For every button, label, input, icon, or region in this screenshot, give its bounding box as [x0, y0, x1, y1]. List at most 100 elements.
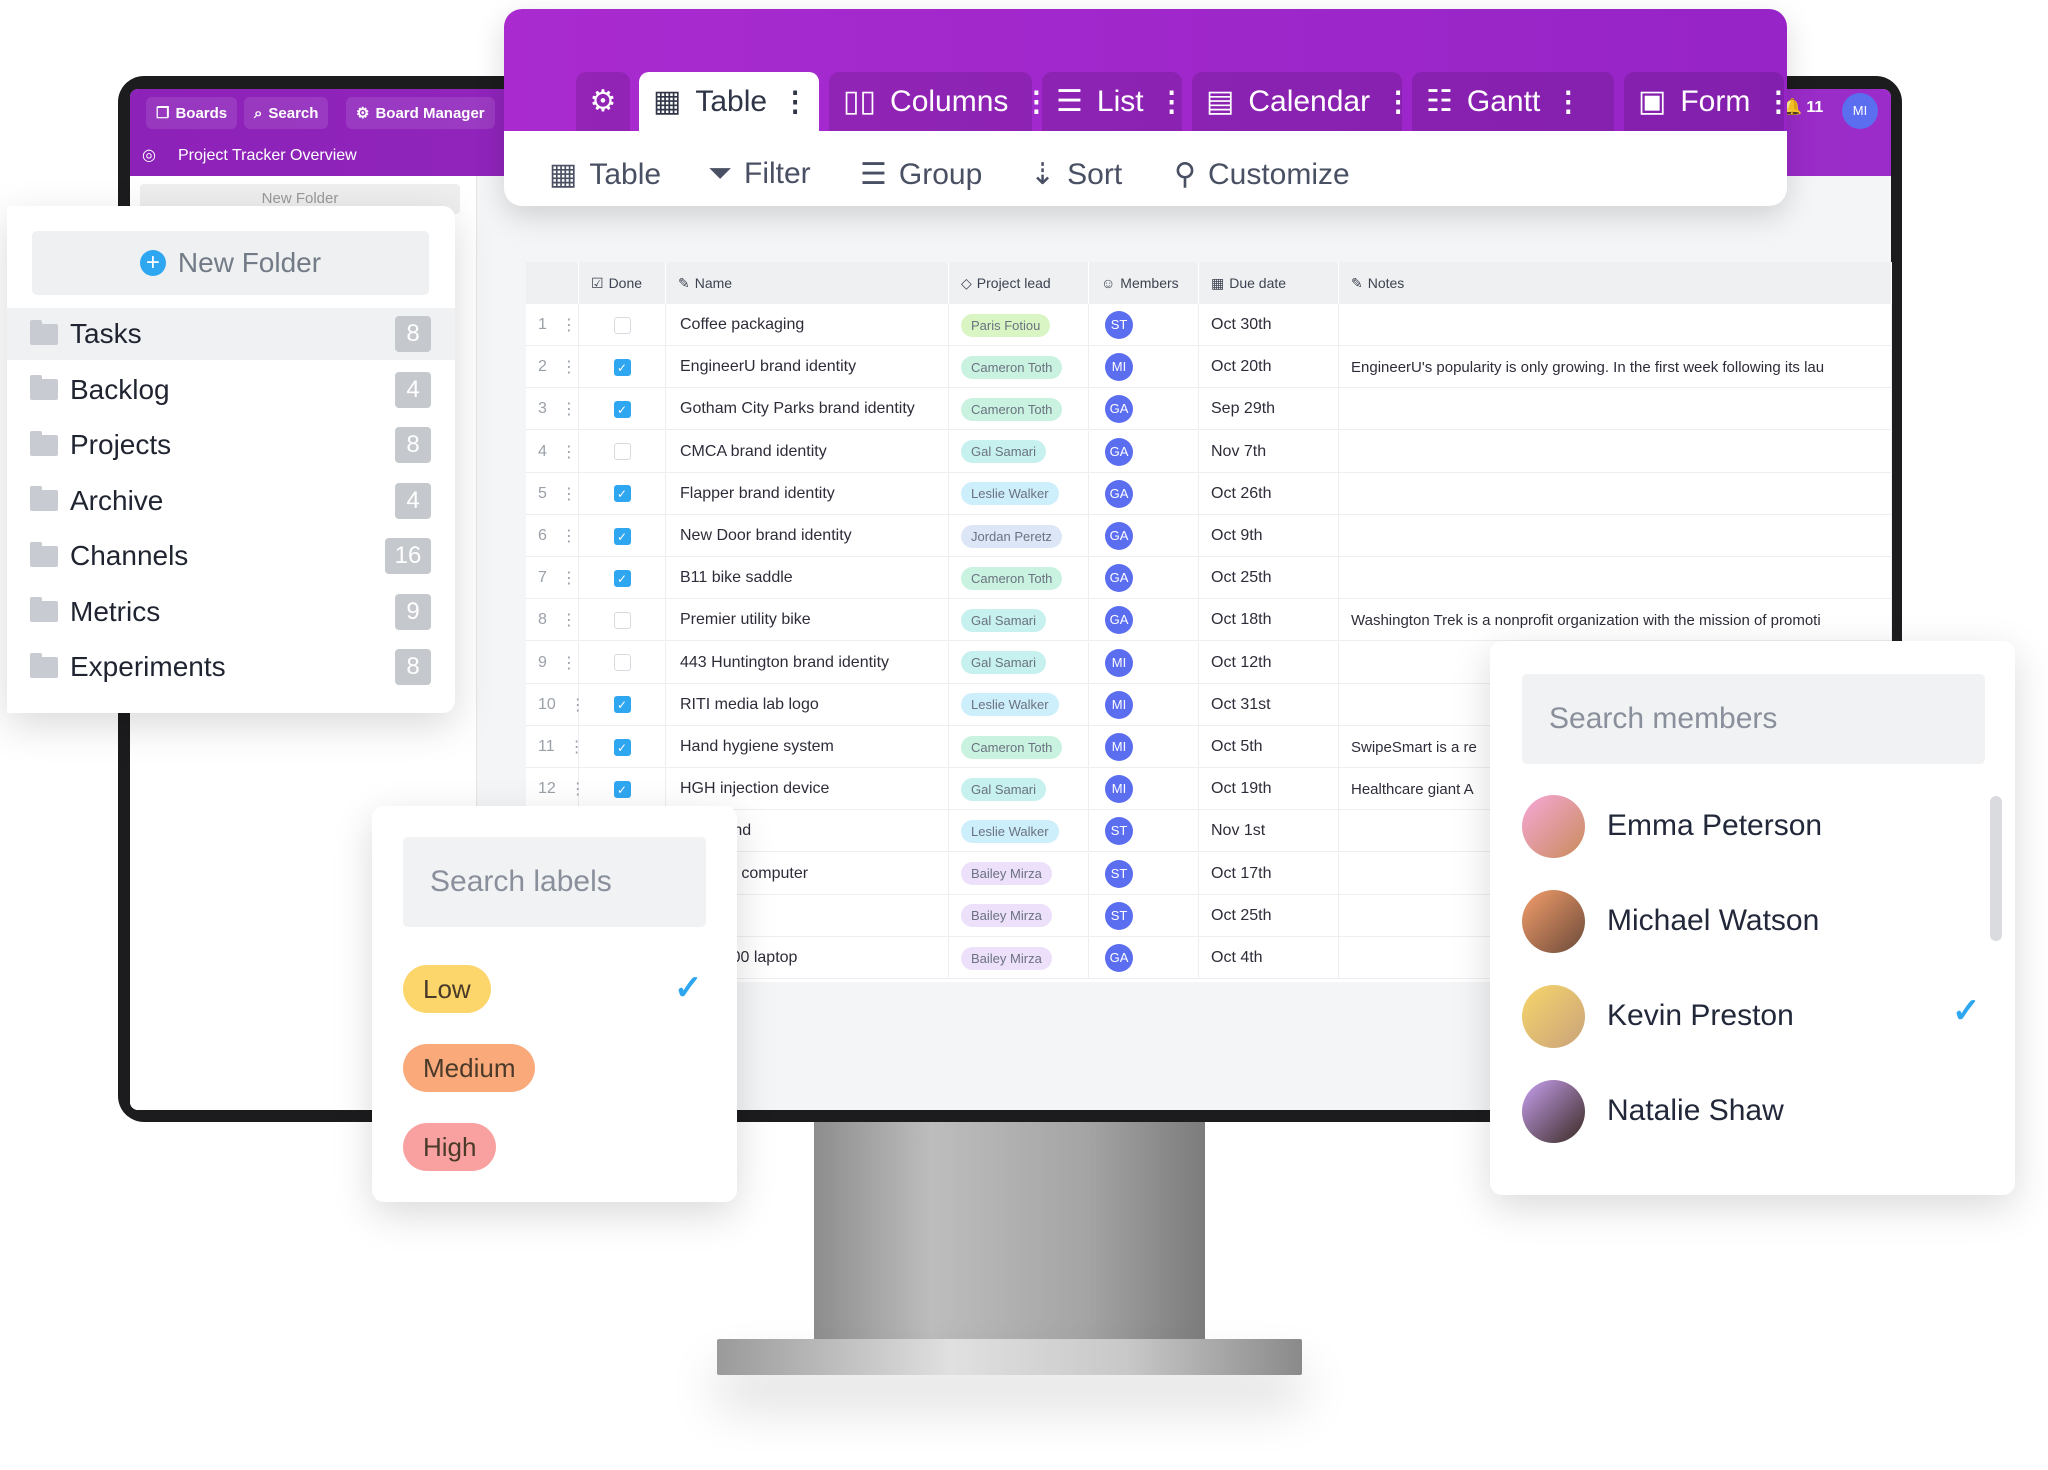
member-avatar[interactable]: MI	[1105, 648, 1133, 677]
done-checkbox[interactable]	[613, 316, 631, 334]
tool-customize[interactable]: ⚲ Customize	[1174, 157, 1350, 192]
settings-button[interactable]: ⚙	[576, 72, 630, 131]
tab-list[interactable]: ☰ List ⋮	[1042, 72, 1186, 131]
search-labels-input[interactable]: Search labels	[403, 837, 706, 927]
drag-handle-icon[interactable]: ⋮	[561, 484, 577, 504]
table-row[interactable]: 6 ⋮ ✓ New Door brand identity Jordan Peretz G…	[526, 515, 1892, 557]
folder-projects[interactable]: Projects 8	[7, 419, 455, 471]
more-icon[interactable]: ⋮	[1764, 85, 1787, 118]
member-avatar[interactable]: ST	[1105, 901, 1133, 930]
member-avatar[interactable]: MI	[1105, 733, 1133, 761]
lead-pill[interactable]: Cameron Toth	[961, 566, 1063, 590]
lead-pill[interactable]: Gal Samari	[961, 608, 1047, 632]
member-option[interactable]: Michael Watson	[1522, 888, 1819, 954]
table-row[interactable]: 2 ⋮ ✓ EngineerU brand identity Cameron Toth M…	[526, 346, 1892, 389]
table-row[interactable]: 8 ⋮ Premier utility bike Gal Samari GA Oct 18…	[526, 599, 1892, 642]
more-icon[interactable]: ⋮	[1384, 85, 1412, 118]
member-avatar[interactable]: MI	[1105, 690, 1133, 719]
drag-handle-icon[interactable]: ⋮	[561, 653, 577, 673]
folder-backlog[interactable]: Backlog 4	[7, 364, 455, 416]
header-notes[interactable]: ✎ Notes	[1339, 262, 1892, 304]
table-row[interactable]: 3 ⋮ ✓ Gotham City Parks brand identity Camer…	[526, 388, 1892, 431]
header-due-date[interactable]: ▦ Due date	[1199, 262, 1339, 304]
tab-form[interactable]: ▣ Form ⋮	[1624, 72, 1787, 131]
member-option[interactable]: Natalie Shaw	[1522, 1078, 1784, 1144]
done-checkbox[interactable]: ✓	[613, 696, 631, 714]
more-icon[interactable]: ⋮	[1158, 85, 1186, 118]
folder-archive[interactable]: Archive 4	[7, 475, 455, 527]
done-checkbox[interactable]: ✓	[613, 485, 631, 503]
lead-pill[interactable]: Cameron Toth	[961, 355, 1063, 379]
tool-table[interactable]: ▦ Table	[549, 157, 661, 192]
member-option[interactable]: Emma Peterson	[1522, 793, 1822, 859]
folder-tasks[interactable]: Tasks 8	[7, 308, 455, 360]
folder-channels[interactable]: Channels 16	[7, 530, 455, 582]
lead-pill[interactable]: Bailey Mirza	[961, 862, 1052, 886]
member-avatar[interactable]: ST	[1105, 859, 1133, 888]
lead-pill[interactable]: Paris Fotiou	[961, 313, 1051, 337]
done-checkbox[interactable]	[613, 443, 631, 461]
lead-pill[interactable]: Cameron Toth	[961, 735, 1063, 759]
boards-button[interactable]: ❐ Boards	[146, 97, 238, 129]
lead-pill[interactable]: Gal Samari	[961, 777, 1047, 801]
search-members-input[interactable]: Search members	[1522, 674, 1985, 764]
new-folder-button[interactable]: + New Folder	[32, 231, 429, 295]
table-row[interactable]: 7 ⋮ ✓ B11 bike saddle Cameron Toth GA Oct 25th	[526, 557, 1892, 600]
more-icon[interactable]: ⋮	[1554, 85, 1582, 118]
header-members[interactable]: ☺ Members	[1089, 262, 1199, 304]
table-row[interactable]: 1 ⋮ Coffee packaging Paris Fotiou ST Oct 30th	[526, 304, 1892, 346]
lead-pill[interactable]: Leslie Walker	[961, 693, 1059, 717]
folder-experiments[interactable]: Experiments 8	[7, 641, 455, 693]
member-avatar[interactable]: ST	[1105, 311, 1133, 339]
header-name[interactable]: ✎ Name	[666, 262, 949, 304]
header-project-lead[interactable]: ◇ Project lead	[949, 262, 1089, 304]
done-checkbox[interactable]: ✓	[613, 569, 631, 587]
tab-gantt[interactable]: ☷ Gantt ⋮	[1412, 72, 1614, 131]
done-checkbox[interactable]: ✓	[613, 358, 631, 376]
member-avatar[interactable]: GA	[1105, 606, 1133, 635]
label-low[interactable]: Low	[403, 965, 491, 1013]
table-row[interactable]: 4 ⋮ CMCA brand identity Gal Samari GA Nov 7th	[526, 430, 1892, 473]
members-scrollbar[interactable]	[1990, 796, 2002, 941]
tool-sort[interactable]: ⇣ Sort	[1030, 157, 1122, 192]
member-avatar[interactable]: MI	[1105, 775, 1133, 804]
label-high[interactable]: High	[403, 1123, 497, 1171]
search-button[interactable]: ⌕ Search	[244, 97, 329, 129]
lead-pill[interactable]: Jordan Peretz	[961, 524, 1062, 548]
member-avatar[interactable]: GA	[1105, 944, 1133, 972]
member-avatar[interactable]: GA	[1105, 437, 1133, 466]
member-avatar[interactable]: GA	[1105, 564, 1133, 593]
label-medium[interactable]: Medium	[403, 1044, 536, 1092]
drag-handle-icon[interactable]: ⋮	[561, 610, 577, 630]
tab-columns[interactable]: ▯▯ Columns ⋮	[829, 72, 1050, 131]
user-avatar[interactable]: MI	[1842, 93, 1878, 129]
member-avatar[interactable]: GA	[1105, 395, 1133, 424]
done-checkbox[interactable]: ✓	[613, 738, 631, 756]
tab-table[interactable]: ▦ Table ⋮	[639, 72, 819, 131]
tool-group[interactable]: ☰ Group	[860, 157, 982, 192]
done-checkbox[interactable]: ✓	[613, 400, 631, 418]
drag-handle-icon[interactable]: ⋮	[561, 568, 577, 588]
member-avatar[interactable]: MI	[1105, 353, 1133, 382]
lead-pill[interactable]: Cameron Toth	[961, 397, 1063, 421]
board-manager-button[interactable]: ⚙ Board Manager	[346, 97, 495, 129]
member-avatar[interactable]: GA	[1105, 522, 1133, 550]
tab-calendar[interactable]: ▤ Calendar ⋮	[1192, 72, 1412, 131]
lead-pill[interactable]: Leslie Walker	[961, 482, 1059, 506]
table-row[interactable]: 5 ⋮ ✓ Flapper brand identity Leslie Walker GA…	[526, 472, 1892, 515]
done-checkbox[interactable]	[613, 611, 631, 629]
drag-handle-icon[interactable]: ⋮	[561, 442, 577, 462]
lead-pill[interactable]: Gal Samari	[961, 651, 1047, 675]
done-checkbox[interactable]	[613, 654, 631, 672]
drag-handle-icon[interactable]: ⋮	[561, 526, 577, 546]
member-option[interactable]: Kevin Preston	[1522, 983, 1794, 1049]
more-icon[interactable]: ⋮	[781, 85, 809, 118]
notifications[interactable]: 🔔 11	[1782, 97, 1823, 117]
header-done[interactable]: ☑ Done	[579, 262, 666, 304]
lead-pill[interactable]: Bailey Mirza	[961, 946, 1052, 970]
lead-pill[interactable]: Leslie Walker	[961, 819, 1059, 843]
member-avatar[interactable]: ST	[1105, 817, 1133, 846]
done-checkbox[interactable]: ✓	[613, 780, 631, 798]
done-checkbox[interactable]: ✓	[613, 527, 631, 545]
lead-pill[interactable]: Gal Samari	[961, 440, 1047, 464]
